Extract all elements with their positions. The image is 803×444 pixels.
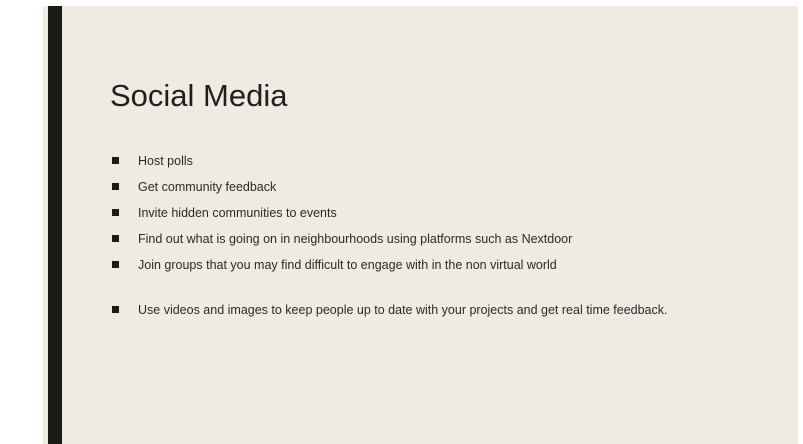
square-bullet-icon — [112, 306, 119, 313]
bullet-item: Join groups that you may find difficult … — [110, 257, 730, 273]
bullet-text: Host polls — [138, 154, 193, 168]
square-bullet-icon — [112, 235, 119, 242]
bullet-text: Join groups that you may find difficult … — [138, 258, 557, 272]
bullet-list: Host polls Get community feedback Invite… — [110, 153, 730, 328]
bullet-text: Invite hidden communities to events — [138, 206, 337, 220]
accent-bar — [48, 6, 62, 444]
bullet-item: Invite hidden communities to events — [110, 205, 730, 221]
bullet-item: Find out what is going on in neighbourho… — [110, 231, 730, 247]
bullet-text: Use videos and images to keep people up … — [138, 303, 668, 317]
bullet-item: Use videos and images to keep people up … — [110, 302, 730, 318]
slide-title: Social Media — [110, 78, 288, 113]
bullet-text: Get community feedback — [138, 180, 277, 194]
bullet-item: Host polls — [110, 153, 730, 169]
square-bullet-icon — [112, 261, 119, 268]
slide: Social Media Host polls Get community fe… — [0, 0, 803, 444]
square-bullet-icon — [112, 209, 119, 216]
bullet-item: Get community feedback — [110, 179, 730, 195]
bullet-text: Find out what is going on in neighbourho… — [138, 232, 573, 246]
square-bullet-icon — [112, 157, 119, 164]
square-bullet-icon — [112, 183, 119, 190]
